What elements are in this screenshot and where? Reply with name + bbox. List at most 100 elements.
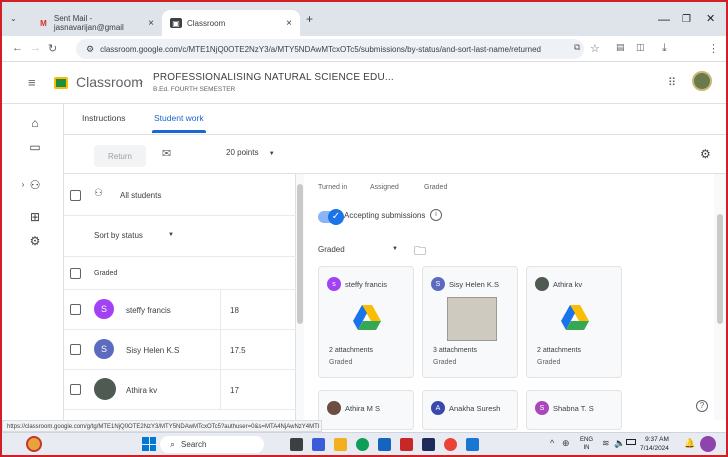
grade-column-divider	[220, 370, 221, 409]
section-checkbox[interactable]	[70, 268, 81, 279]
forward-icon[interactable]: →	[30, 42, 41, 54]
extensions-icon[interactable]: ◫	[636, 42, 645, 53]
input-language[interactable]: ENG IN	[580, 436, 593, 452]
settings-gear-icon[interactable]: ⚙	[700, 147, 711, 161]
cast-icon[interactable]: ⧉	[574, 42, 580, 53]
card-student-name: Sisy Helen K.S	[449, 280, 500, 289]
maximize-button[interactable]: ❐	[682, 14, 691, 25]
student-grade[interactable]: 17.5	[230, 346, 246, 355]
scrollbar-thumb[interactable]	[717, 214, 723, 324]
back-icon[interactable]: ←	[12, 42, 23, 54]
task-view-icon[interactable]	[290, 438, 303, 451]
site-info-icon[interactable]: ⚙	[86, 44, 94, 55]
submission-card[interactable]: S Sisy Helen K.S 3 attachments Graded	[422, 266, 518, 378]
calendar-icon[interactable]: ▭	[28, 140, 42, 154]
attachment-count: 2 attachments	[329, 347, 373, 354]
office-icon[interactable]	[400, 438, 413, 451]
filter-value: Graded	[318, 245, 345, 254]
reload-icon[interactable]: ↻	[48, 42, 57, 55]
volume-icon[interactable]: 🔈	[614, 438, 625, 449]
home-icon[interactable]: ⌂	[28, 116, 42, 130]
help-icon[interactable]: ?	[696, 400, 708, 412]
copilot-icon[interactable]	[700, 436, 716, 452]
system-clock[interactable]: 9:37 AM 7/14/2024	[640, 435, 669, 453]
avatar	[94, 378, 116, 400]
course-title[interactable]: PROFESSIONALISING NATURAL SCIENCE EDU...	[153, 72, 394, 83]
dropdown-arrow-icon: ▼	[392, 246, 398, 252]
show-hidden-icons-chevron[interactable]: ^	[550, 438, 554, 448]
student-grade[interactable]: 17	[230, 386, 239, 395]
new-tab-button[interactable]: +	[306, 12, 313, 26]
file-explorer-icon[interactable]	[334, 438, 347, 451]
people-icon[interactable]: ⚇	[28, 178, 42, 192]
search-label: Search	[181, 440, 207, 449]
account-avatar[interactable]	[692, 71, 712, 91]
submission-card[interactable]: s steffy francis 2 attachments Graded	[318, 266, 414, 378]
student-grade[interactable]: 18	[230, 306, 239, 315]
student-name: steffy francis	[126, 306, 171, 315]
battery-icon[interactable]	[626, 439, 636, 445]
submission-card[interactable]: A Anakha Suresh	[422, 390, 518, 430]
page-scrollbar[interactable]	[714, 174, 726, 420]
store-icon[interactable]	[378, 438, 391, 451]
student-checkbox[interactable]	[70, 384, 81, 395]
info-icon[interactable]: i	[430, 209, 442, 221]
scrollbar-thumb[interactable]	[297, 184, 303, 324]
list-scrollbar[interactable]	[296, 174, 304, 420]
table-row[interactable]: S steffy francis 18	[64, 290, 296, 330]
sort-select[interactable]: Sort by status ▼	[64, 216, 296, 254]
submission-card[interactable]: Athira M S	[318, 390, 414, 430]
all-students-checkbox[interactable]	[70, 190, 81, 201]
email-icon[interactable]: ✉	[162, 147, 171, 160]
chrome-icon[interactable]	[444, 438, 457, 451]
close-tab-icon[interactable]: ×	[286, 18, 292, 29]
student-checkbox[interactable]	[70, 304, 81, 315]
brand-name[interactable]: Classroom	[76, 74, 143, 90]
to-review-icon[interactable]: ⊞	[28, 210, 42, 224]
teams-icon[interactable]	[312, 438, 325, 451]
classroom-logo[interactable]	[54, 77, 68, 89]
reading-list-icon[interactable]: ▤	[616, 42, 625, 53]
outlook-icon[interactable]	[466, 438, 479, 451]
edge-icon[interactable]	[356, 438, 369, 451]
assigned-label: Assigned	[370, 184, 399, 191]
tab-instructions[interactable]: Instructions	[82, 113, 125, 123]
student-checkbox[interactable]	[70, 344, 81, 355]
dropbox-icon[interactable]	[422, 438, 435, 451]
wifi-icon[interactable]: ≋	[602, 438, 610, 449]
notification-bell-icon[interactable]: 🔔	[684, 438, 695, 449]
taskbar-search[interactable]: ⌕ Search	[160, 436, 264, 453]
close-window-button[interactable]: ✕	[706, 12, 715, 25]
network-status-icon[interactable]: ⊕	[562, 438, 570, 449]
all-students-row[interactable]: ⚇ All students	[64, 174, 296, 216]
windows-start-icon[interactable]	[142, 437, 156, 451]
tab-student-work[interactable]: Student work	[154, 113, 204, 123]
points-select[interactable]: 20 points ▼	[226, 148, 275, 157]
table-row[interactable]: Athira kv 17	[64, 370, 296, 410]
hamburger-menu-icon[interactable]: ≡	[28, 75, 36, 90]
submission-card[interactable]: S Shabna T. S	[526, 390, 622, 430]
settings-icon[interactable]: ⚙	[28, 234, 42, 248]
download-icon[interactable]: ⤓	[662, 42, 667, 55]
student-list: ⚇ All students Sort by status ▼ Graded S…	[64, 174, 296, 420]
card-status: Graded	[537, 359, 561, 366]
tab-list-chevron-icon[interactable]: ⌄	[10, 14, 17, 23]
submission-card[interactable]: Athira kv 2 attachments Graded	[526, 266, 622, 378]
filter-select[interactable]: Graded ▼	[318, 244, 402, 258]
close-tab-icon[interactable]: ×	[148, 18, 154, 29]
menu-kebab-icon[interactable]: ⋮	[708, 42, 719, 55]
url-input[interactable]: ⚙ classroom.google.com/c/MTE1NjQ0OTE2NzY…	[76, 39, 584, 59]
tab-classroom[interactable]: ▣ Classroom ×	[162, 10, 300, 36]
bookmark-star-icon[interactable]: ☆	[590, 42, 600, 55]
accepting-submissions-toggle[interactable]: ✓	[318, 209, 344, 225]
card-status: Graded	[329, 359, 353, 366]
weather-widget-icon[interactable]	[26, 436, 42, 452]
folder-icon[interactable]: 🗀	[414, 242, 426, 263]
tab-sent-mail[interactable]: M Sent Mail - jasnavarijan@gmail ×	[30, 10, 162, 36]
return-button[interactable]: Return	[94, 145, 146, 167]
table-row[interactable]: S Sisy Helen K.S 17.5	[64, 330, 296, 370]
gmail-icon: M	[40, 18, 47, 28]
apps-grid-icon[interactable]: ⠿	[668, 76, 676, 89]
card-student-name: Athira M S	[345, 404, 381, 413]
minimize-button[interactable]: —	[658, 12, 670, 26]
